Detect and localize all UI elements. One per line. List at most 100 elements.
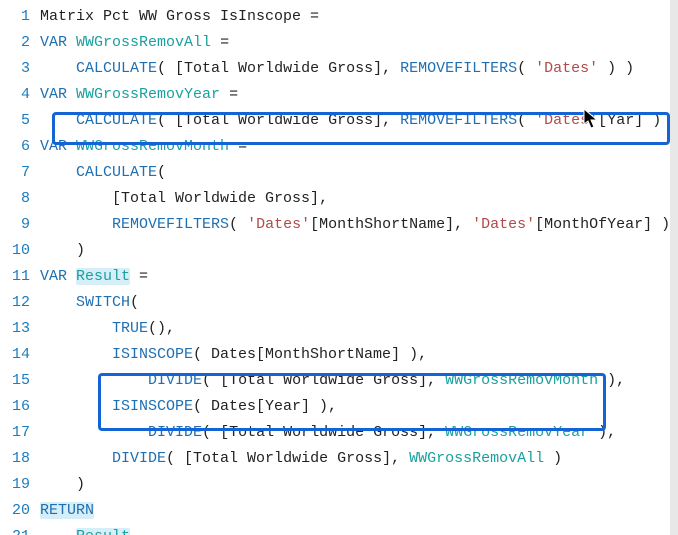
code-line[interactable]: 20 RETURN	[0, 498, 678, 524]
line-number: 10	[0, 238, 40, 264]
identifier: WWGrossRemovMonth	[76, 138, 229, 155]
indent	[40, 190, 112, 207]
space	[67, 268, 76, 285]
code-line[interactable]: 19 )	[0, 472, 678, 498]
fn-divide: DIVIDE	[112, 450, 166, 467]
line-number: 1	[0, 4, 40, 30]
scrollbar-track[interactable]	[670, 0, 678, 535]
line-number: 14	[0, 342, 40, 368]
punct: (	[157, 164, 166, 181]
line-number: 12	[0, 290, 40, 316]
measure-ref: [Total Worldwide Gross]	[220, 372, 427, 389]
indent	[40, 320, 112, 337]
punct: ,	[391, 450, 409, 467]
code-line[interactable]: 10 )	[0, 238, 678, 264]
code-line[interactable]: 13 TRUE(),	[0, 316, 678, 342]
code-line[interactable]: 4 VAR WWGrossRemovYear =	[0, 82, 678, 108]
punct: (),	[148, 320, 175, 337]
line-number: 2	[0, 30, 40, 56]
indent	[40, 450, 112, 467]
code-line[interactable]: 9 REMOVEFILTERS( 'Dates'[MonthShortName]…	[0, 212, 678, 238]
code-line[interactable]: 17 DIVIDE( [Total Worldwide Gross], WWGr…	[0, 420, 678, 446]
code-line[interactable]: 12 SWITCH(	[0, 290, 678, 316]
code-line[interactable]: 15 DIVIDE( [Total Worldwide Gross], WWGr…	[0, 368, 678, 394]
code-line[interactable]: 1 Matrix Pct WW Gross IsInscope =	[0, 4, 678, 30]
punct: (	[517, 112, 535, 129]
punct: )	[652, 216, 670, 233]
indent	[40, 216, 112, 233]
space	[67, 86, 76, 103]
indent	[40, 112, 76, 129]
fn-calculate: CALCULATE	[76, 164, 157, 181]
code-line[interactable]: 18 DIVIDE( [Total Worldwide Gross], WWGr…	[0, 446, 678, 472]
code-line[interactable]: 21 Result	[0, 524, 678, 535]
code-line[interactable]: 11 VAR Result =	[0, 264, 678, 290]
fn-switch: SWITCH	[76, 294, 130, 311]
identifier: Result	[76, 268, 130, 285]
space	[67, 138, 76, 155]
identifier: WWGrossRemovYear	[445, 424, 589, 441]
punct: )	[544, 450, 562, 467]
fn-divide: DIVIDE	[148, 424, 202, 441]
indent	[40, 294, 76, 311]
code-token: =	[211, 34, 229, 51]
table-literal: 'Dates'	[535, 60, 598, 77]
column-ref: Y	[607, 112, 616, 129]
measure-ref: [Total Worldwide Gross]	[112, 190, 319, 207]
punct: ,	[427, 424, 445, 441]
punct: )	[76, 476, 85, 493]
punct: ,	[454, 216, 472, 233]
code-token: Matrix Pct WW Gross IsInscope =	[40, 8, 319, 25]
code-line[interactable]: 5 CALCULATE( [Total Worldwide Gross], RE…	[0, 108, 678, 134]
punct: ) )	[598, 60, 634, 77]
column-ref: [MonthOfYear]	[535, 216, 652, 233]
measure-ref: [Total Worldwide Gross]	[175, 60, 382, 77]
line-number: 17	[0, 420, 40, 446]
code-token: ( Dates[MonthShortName] ),	[193, 346, 427, 363]
punct: (	[517, 60, 535, 77]
table-literal: 'Dates'	[472, 216, 535, 233]
code-line[interactable]: 2 VAR WWGrossRemovAll =	[0, 30, 678, 56]
line-number: 15	[0, 368, 40, 394]
measure-ref: [Total Worldwide Gross]	[184, 450, 391, 467]
fn-calculate: CALCULATE	[76, 60, 157, 77]
indent	[40, 60, 76, 77]
indent	[40, 242, 76, 259]
line-number: 3	[0, 56, 40, 82]
punct: (	[157, 60, 175, 77]
punct: ),	[598, 372, 625, 389]
code-line[interactable]: 14 ISINSCOPE( Dates[MonthShortName] ),	[0, 342, 678, 368]
code-line[interactable]: 6 VAR WWGrossRemovMonth =	[0, 134, 678, 160]
fn-removefilters: REMOVEFILTERS	[112, 216, 229, 233]
code-line[interactable]: 7 CALCULATE(	[0, 160, 678, 186]
code-line[interactable]: 16 ISINSCOPE( Dates[Year] ),	[0, 394, 678, 420]
keyword-var: VAR	[40, 86, 67, 103]
fn-divide: DIVIDE	[148, 372, 202, 389]
code-line[interactable]: 3 CALCULATE( [Total Worldwide Gross], RE…	[0, 56, 678, 82]
column-ref: [	[598, 112, 607, 129]
line-number: 11	[0, 264, 40, 290]
punct: ,	[382, 112, 400, 129]
indent	[40, 346, 112, 363]
fn-isinscope: ISINSCOPE	[112, 398, 193, 415]
column-ref: [MonthShortName]	[310, 216, 454, 233]
keyword-var: VAR	[40, 138, 67, 155]
identifier: WWGrossRemovMonth	[445, 372, 598, 389]
identifier: WWGrossRemovYear	[76, 86, 220, 103]
punct: (	[157, 112, 175, 129]
identifier: WWGrossRemovAll	[76, 34, 211, 51]
line-number: 5	[0, 108, 40, 134]
line-number: 7	[0, 160, 40, 186]
code-token: =	[220, 86, 238, 103]
fn-isinscope: ISINSCOPE	[112, 346, 193, 363]
line-number: 19	[0, 472, 40, 498]
line-number: 20	[0, 498, 40, 524]
code-editor[interactable]: 1 Matrix Pct WW Gross IsInscope = 2 VAR …	[0, 0, 678, 535]
line-number: 13	[0, 316, 40, 342]
code-token: =	[229, 138, 247, 155]
code-line[interactable]: 8 [Total Worldwide Gross],	[0, 186, 678, 212]
column-ref: ar]	[616, 112, 643, 129]
measure-ref: [Total Worldwide Gross]	[175, 112, 382, 129]
line-number: 16	[0, 394, 40, 420]
fn-calculate: CALCULATE	[76, 112, 157, 129]
